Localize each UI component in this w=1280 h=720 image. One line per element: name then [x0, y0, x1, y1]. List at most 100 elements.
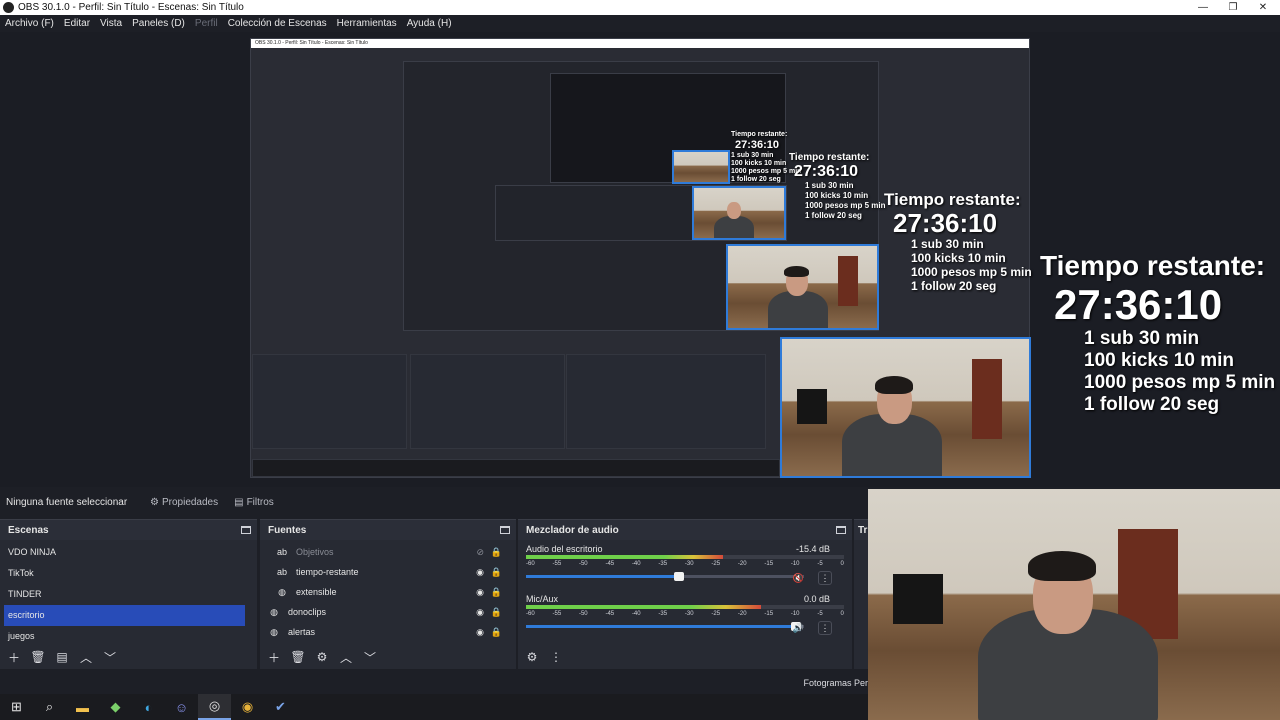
- edge-icon[interactable]: ◐: [132, 694, 165, 720]
- scenes-header: Escenas: [0, 520, 257, 540]
- search-icon[interactable]: ⌕: [33, 694, 66, 720]
- menu-perfil[interactable]: Perfil: [190, 18, 223, 29]
- maximize-button[interactable]: ❐: [1218, 0, 1248, 15]
- source-item-objetivos[interactable]: ab Objetivos ⊘ 🔒: [260, 542, 516, 562]
- scene-filters-button[interactable]: ▤: [54, 650, 70, 664]
- scene-item-vdo-ninja[interactable]: VDO NINJA: [0, 542, 245, 563]
- mixer-header: Mezclador de audio: [518, 520, 852, 540]
- menu-ayuda[interactable]: Ayuda (H): [402, 18, 457, 29]
- lock-icon[interactable]: 🔒: [491, 587, 502, 598]
- source-item-tiempo-restante[interactable]: ab tiempo-restante ◉ 🔒: [260, 562, 516, 582]
- browser-icon: ◍: [270, 626, 278, 637]
- scene-item-juegos[interactable]: juegos: [0, 626, 245, 647]
- scene-item-tiktok[interactable]: TikTok: [0, 563, 245, 584]
- windows-start-icon[interactable]: ⊞: [0, 694, 33, 720]
- move-down-button[interactable]: ﹀: [362, 649, 378, 666]
- eye-icon[interactable]: ◉: [476, 627, 484, 638]
- sources-title: Fuentes: [268, 524, 307, 536]
- volume-slider[interactable]: [526, 622, 804, 631]
- move-up-button[interactable]: ︿: [78, 649, 94, 666]
- scene-list: VDO NINJA TikTok TINDER escritorio juego…: [0, 540, 257, 647]
- no-source-label: Ninguna fuente seleccionar: [6, 496, 128, 508]
- timer-rule: 1 sub 30 min: [1084, 328, 1200, 349]
- add-scene-button[interactable]: ＋: [6, 649, 22, 666]
- filters-button[interactable]: ▤ Filtros: [226, 497, 282, 508]
- discord-icon[interactable]: ☺: [165, 694, 198, 720]
- remove-source-button[interactable]: 🗑: [290, 650, 306, 664]
- source-item-extensible[interactable]: ◍ extensible ◉ 🔒: [260, 582, 516, 602]
- file-explorer-icon[interactable]: ▬: [66, 694, 99, 720]
- undock-icon[interactable]: [241, 526, 251, 534]
- menu-archivo[interactable]: Archivo (F): [0, 18, 59, 29]
- channel-db: 0.0 dB: [803, 594, 830, 604]
- eye-icon[interactable]: ◉: [476, 607, 484, 618]
- undock-icon[interactable]: [836, 526, 846, 534]
- move-up-button[interactable]: ︿: [338, 649, 354, 666]
- filters-label: Filtros: [246, 496, 274, 508]
- source-toolbar: Ninguna fuente seleccionar ⚙ Propiedades…: [0, 490, 868, 514]
- text-icon: ab: [276, 567, 287, 577]
- menu-paneles[interactable]: Paneles (D): [127, 18, 190, 29]
- window-title: OBS 30.1.0 - Perfil: Sin Título - Escena…: [18, 2, 244, 13]
- source-item-alertas[interactable]: ◍ alertas ◉ 🔒: [260, 622, 516, 642]
- close-button[interactable]: ✕: [1248, 0, 1278, 15]
- speaker-icon[interactable]: 🔊: [793, 623, 804, 634]
- steam-icon[interactable]: ✔: [264, 694, 297, 720]
- muted-speaker-icon[interactable]: 🔇: [793, 573, 804, 584]
- browser-icon: ◍: [278, 586, 286, 597]
- obs-icon[interactable]: ◎: [198, 694, 231, 720]
- undock-icon[interactable]: [500, 526, 510, 534]
- obs-logo-icon: [3, 2, 14, 13]
- lock-icon[interactable]: 🔒: [491, 607, 502, 618]
- channel-menu-button[interactable]: ⋮: [818, 571, 832, 585]
- nested-sources-panel: [410, 354, 565, 449]
- text-icon: ab: [276, 547, 287, 557]
- nested-taskbar: [252, 459, 780, 477]
- transitions-header: Tr: [854, 520, 868, 540]
- move-down-button[interactable]: ﹀: [102, 649, 118, 666]
- lock-icon[interactable]: 🔒: [491, 567, 502, 578]
- hidden-eye-icon[interactable]: ⊘: [476, 547, 484, 558]
- menu-vista[interactable]: Vista: [95, 18, 127, 29]
- source-item-donoclips[interactable]: ◍ donoclips ◉ 🔒: [260, 602, 516, 622]
- add-source-button[interactable]: ＋: [266, 649, 282, 666]
- volume-slider[interactable]: [526, 572, 804, 581]
- mixer-channel-desktop: Audio del escritorio -15.4 dB -60 -55 -50-…: [518, 540, 852, 590]
- transitions-dock: Tr: [854, 519, 868, 669]
- chrome-icon[interactable]: ◉: [231, 694, 264, 720]
- advanced-audio-button[interactable]: ⚙: [524, 650, 540, 664]
- nested-webcam-3: [692, 186, 786, 240]
- timer-overlay: Tiempo restante: 27:36:10 1 sub 30 min 1…: [1040, 250, 1275, 416]
- meter-ticks: -60 -55 -50 -45 -40 -35 -30 -25 -20 -15 -10 -5 0: [526, 561, 844, 567]
- app-icon[interactable]: ◆: [99, 694, 132, 720]
- filter-icon: ▤: [234, 496, 244, 508]
- menu-coleccion[interactable]: Colección de Escenas: [223, 18, 332, 29]
- lock-icon[interactable]: 🔒: [491, 627, 502, 638]
- nested-timer-2: Tiempo restante: 27:36:10 1 sub 30 min 1…: [884, 190, 1032, 294]
- timer-label: Tiempo restante:: [1040, 250, 1266, 281]
- source-properties-button[interactable]: ⚙: [314, 650, 330, 664]
- timer-rule: 100 kicks 10 min: [1084, 350, 1234, 371]
- scene-item-tinder[interactable]: TINDER: [0, 584, 245, 605]
- eye-icon[interactable]: ◉: [476, 587, 484, 598]
- title-bar: OBS 30.1.0 - Perfil: Sin Título - Escena…: [0, 0, 1280, 15]
- scenes-title: Escenas: [8, 524, 49, 536]
- properties-label: Propiedades: [161, 496, 219, 508]
- sources-header: Fuentes: [260, 520, 516, 540]
- remove-scene-button[interactable]: 🗑: [30, 650, 46, 664]
- scene-item-escritorio[interactable]: escritorio: [4, 605, 245, 626]
- lock-icon[interactable]: 🔒: [491, 547, 502, 558]
- fps-label: Fotogramas Per: [803, 678, 868, 688]
- properties-button[interactable]: ⚙ Propiedades: [142, 497, 226, 508]
- eye-icon[interactable]: ◉: [476, 567, 484, 578]
- mixer-menu-button[interactable]: ⋮: [548, 650, 564, 664]
- menu-editar[interactable]: Editar: [59, 18, 95, 29]
- minimize-button[interactable]: —: [1188, 0, 1218, 15]
- sources-dock: Fuentes ab Objetivos ⊘ 🔒 ab tiempo-resta…: [260, 519, 516, 669]
- status-bar: Fotogramas Per: [0, 674, 868, 694]
- menu-herramientas[interactable]: Herramientas: [332, 18, 402, 29]
- volume-meter: [526, 555, 844, 559]
- nested-timer-3: Tiempo restante: 27:36:10 1 sub 30 min 1…: [789, 152, 886, 221]
- browser-icon: ◍: [270, 606, 278, 617]
- channel-menu-button[interactable]: ⋮: [818, 621, 832, 635]
